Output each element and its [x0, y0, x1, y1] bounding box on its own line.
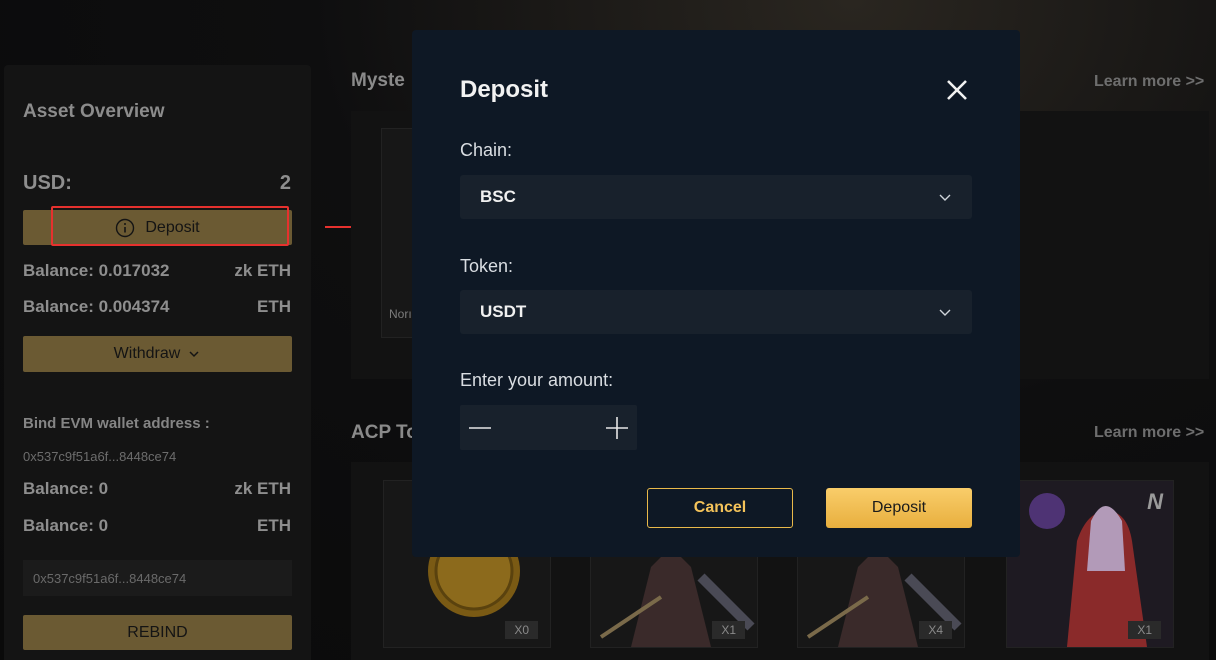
usd-row: USD: 2	[23, 172, 291, 195]
withdraw-button-label: Withdraw	[113, 345, 181, 362]
balance-row: Balance: 0.017032 zk ETH	[23, 261, 291, 281]
cancel-button[interactable]: Cancel	[647, 488, 793, 528]
minus-icon	[469, 426, 491, 429]
asset-overview-title: Asset Overview	[23, 101, 165, 122]
balance-row: Balance: 0 zk ETH	[23, 479, 291, 499]
mystery-card-caption: Norı	[389, 307, 412, 321]
decrease-button[interactable]	[460, 405, 500, 450]
bind-wallet-label: Bind EVM wallet address :	[23, 415, 210, 432]
asset-overview-panel: Asset Overview USD: 2 Deposit Balance: 0…	[4, 65, 311, 660]
rebind-button-label: REBIND	[127, 623, 188, 641]
withdraw-button[interactable]: Withdraw	[23, 336, 292, 372]
balance-label: Balance: 0	[23, 479, 109, 498]
nft-rarity-letter: N	[1147, 489, 1163, 514]
acp-learn-more-link[interactable]: Learn more >>	[1094, 424, 1204, 442]
wallet-address-field[interactable]: 0x537c9f51a6f...8448ce74	[23, 560, 292, 596]
balance-unit: ETH	[257, 516, 291, 535]
amount-label: Enter your amount:	[460, 370, 614, 390]
balance-row: Balance: 0 ETH	[23, 516, 291, 536]
increase-button[interactable]	[597, 405, 637, 450]
balance-unit: zk ETH	[234, 261, 291, 280]
token-count-badge: X0	[505, 621, 538, 639]
rebind-button[interactable]: REBIND	[23, 615, 292, 650]
chevron-down-icon	[939, 309, 951, 316]
hero-count-badge: X1	[1128, 621, 1161, 639]
bound-address: 0x537c9f51a6f...8448ce74	[23, 449, 177, 464]
chain-label: Chain:	[460, 140, 513, 160]
page: Asset Overview USD: 2 Deposit Balance: 0…	[0, 0, 1216, 660]
balance-unit: ETH	[257, 297, 291, 316]
usd-value: 2	[279, 172, 291, 194]
balance-label: Balance: 0.017032	[23, 261, 170, 280]
token-select[interactable]: USDT	[460, 290, 972, 334]
close-icon[interactable]	[944, 77, 970, 103]
balance-label: Balance: 0	[23, 516, 109, 535]
chain-select[interactable]: BSC	[460, 175, 972, 219]
hero-count-badge: X4	[919, 621, 952, 639]
token-label: Token:	[460, 256, 514, 276]
balance-unit: zk ETH	[234, 479, 291, 498]
acp-section-title: ACP To	[351, 422, 418, 443]
mystery-section-title: Myste	[351, 70, 405, 91]
usd-label: USD:	[23, 172, 72, 194]
hero-count-badge: X1	[712, 621, 745, 639]
chevron-down-icon	[189, 351, 199, 358]
amount-stepper[interactable]	[460, 405, 637, 450]
token-select-value: USDT	[480, 302, 527, 321]
confirm-deposit-button[interactable]: Deposit	[826, 488, 972, 528]
balance-label: Balance: 0.004374	[23, 297, 170, 316]
deposit-modal: Deposit Chain: BSC Token: USDT Enter you…	[412, 30, 1020, 557]
hero-card[interactable]: N X1	[1006, 480, 1174, 648]
highlight-box	[51, 206, 289, 246]
balance-row: Balance: 0.004374 ETH	[23, 297, 291, 317]
mystery-learn-more-link[interactable]: Learn more >>	[1094, 73, 1204, 91]
chain-select-value: BSC	[480, 187, 516, 206]
plus-icon	[606, 416, 628, 439]
modal-title: Deposit	[460, 76, 549, 103]
chevron-down-icon	[939, 194, 951, 201]
